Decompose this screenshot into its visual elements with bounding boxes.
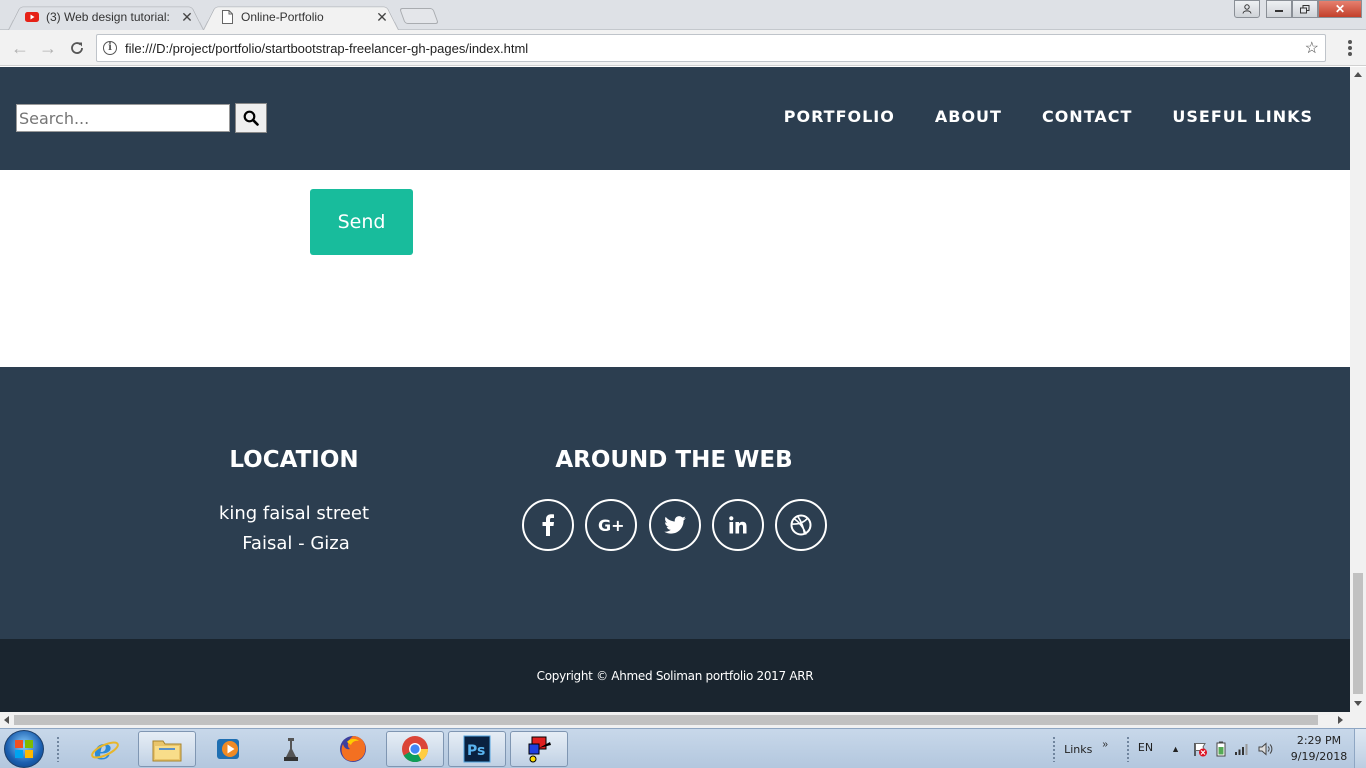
firefox-icon[interactable]	[324, 731, 382, 767]
horizontal-scroll-thumb[interactable]	[14, 715, 1318, 725]
browser-menu-icon[interactable]	[1348, 40, 1352, 56]
windows-logo-icon	[15, 740, 33, 758]
chess-icon[interactable]	[262, 731, 320, 767]
search-input[interactable]	[16, 104, 230, 132]
browser-tabstrip: (3) Web design tutorial: H ✕ Online-Port…	[0, 0, 1366, 30]
chrome-icon[interactable]	[386, 731, 444, 767]
windows-taskbar: e Ps Links » EN ▲ 2:29 PM 9/19/2018	[0, 728, 1366, 768]
close-tab-icon[interactable]: ✕	[375, 10, 389, 24]
taskbar-grip	[1052, 736, 1057, 762]
tab-title: (3) Web design tutorial: H	[46, 9, 174, 24]
search-button[interactable]	[235, 103, 267, 133]
url-text: file:///D:/project/portfolio/startbootst…	[125, 40, 529, 56]
dribbble-icon[interactable]	[775, 499, 827, 551]
clock-date: 9/19/2018	[1290, 750, 1348, 763]
page-icon	[219, 9, 235, 25]
system-clock[interactable]: 2:29 PM 9/19/2018	[1284, 733, 1354, 765]
twitter-icon[interactable]	[649, 499, 701, 551]
scroll-left-arrow-icon[interactable]	[4, 716, 9, 724]
nav-about[interactable]: ABOUT	[935, 107, 1002, 126]
nav-contact[interactable]: CONTACT	[1042, 107, 1132, 126]
youtube-icon	[24, 9, 40, 25]
reload-icon[interactable]	[67, 38, 87, 58]
info-icon[interactable]: i	[103, 41, 117, 55]
taskbar-grip	[56, 736, 60, 762]
file-explorer-icon[interactable]	[138, 731, 196, 767]
bookmark-star-icon[interactable]: ☆	[1305, 38, 1319, 58]
browser-toolbar: ← → i file:///D:/project/portfolio/start…	[0, 30, 1366, 66]
nav-useful-links[interactable]: USEFUL LINKS	[1172, 107, 1313, 126]
battery-icon[interactable]	[1216, 741, 1226, 757]
forward-arrow-icon[interactable]: →	[38, 38, 58, 58]
clock-time: 2:29 PM	[1296, 734, 1342, 747]
location-line-1: king faisal street	[218, 503, 370, 524]
copyright-text: Copyright © Ahmed Soliman portfolio 2017…	[536, 668, 814, 683]
facebook-icon[interactable]	[522, 499, 574, 551]
site-navbar: PORTFOLIO ABOUT CONTACT USEFUL LINKS	[0, 67, 1350, 170]
new-tab-button[interactable]	[399, 8, 439, 24]
location-heading: LOCATION	[229, 447, 359, 473]
internet-explorer-icon[interactable]: e	[76, 731, 134, 767]
window-controls: ✕	[1234, 0, 1362, 18]
show-hidden-icons-icon[interactable]: ▲	[1171, 744, 1180, 754]
user-profile-icon[interactable]	[1234, 0, 1260, 18]
around-the-web-heading: AROUND THE WEB	[555, 447, 793, 473]
google-plus-icon[interactable]: G+	[585, 499, 637, 551]
scroll-up-arrow-icon[interactable]	[1354, 72, 1362, 77]
tab-online-portfolio[interactable]: Online-Portfolio ✕	[203, 3, 399, 30]
photoshop-icon[interactable]: Ps	[448, 731, 506, 767]
vertical-scrollbar[interactable]	[1350, 67, 1366, 712]
media-player-icon[interactable]	[200, 731, 258, 767]
back-arrow-icon[interactable]: ←	[10, 38, 30, 58]
language-indicator[interactable]: EN	[1138, 741, 1153, 754]
linkedin-icon[interactable]	[712, 499, 764, 551]
restore-button[interactable]	[1292, 0, 1318, 18]
minimize-button[interactable]	[1266, 0, 1292, 18]
send-button[interactable]: Send	[310, 189, 413, 255]
nav-portfolio[interactable]: PORTFOLIO	[784, 107, 895, 126]
horizontal-scrollbar[interactable]	[0, 712, 1366, 728]
footer-copyright: Copyright © Ahmed Soliman portfolio 2017…	[0, 639, 1350, 712]
vertical-scroll-thumb[interactable]	[1353, 573, 1363, 694]
taskbar-grip	[1125, 736, 1130, 762]
system-tray: Links » EN ▲ 2:29 PM 9/19/2018	[1044, 729, 1366, 768]
scroll-right-arrow-icon[interactable]	[1338, 716, 1343, 724]
footer-info: LOCATION king faisal street Faisal - Giz…	[0, 367, 1350, 639]
volume-icon[interactable]	[1258, 742, 1274, 756]
scroll-down-arrow-icon[interactable]	[1354, 701, 1362, 706]
svg-text:G+: G+	[598, 517, 624, 533]
location-line-2: Faisal - Giza	[242, 533, 350, 554]
paint-app-icon[interactable]	[510, 731, 568, 767]
start-button[interactable]	[4, 730, 44, 768]
tab-web-design-tutorial[interactable]: (3) Web design tutorial: H ✕	[8, 3, 204, 30]
chevron-right-icon[interactable]: »	[1102, 739, 1108, 750]
show-desktop-button[interactable]	[1354, 729, 1366, 768]
network-signal-icon[interactable]	[1234, 742, 1250, 756]
search-icon	[243, 110, 259, 126]
screen: (3) Web design tutorial: H ✕ Online-Port…	[0, 0, 1366, 768]
address-bar[interactable]: i file:///D:/project/portfolio/startboot…	[96, 34, 1326, 62]
links-toolbar[interactable]: Links	[1064, 743, 1092, 756]
close-window-button[interactable]: ✕	[1318, 0, 1362, 18]
page-viewport: PORTFOLIO ABOUT CONTACT USEFUL LINKS Sen…	[0, 67, 1350, 712]
action-center-flag-icon[interactable]	[1192, 741, 1208, 757]
close-tab-icon[interactable]: ✕	[180, 10, 194, 24]
tab-title: Online-Portfolio	[241, 9, 324, 24]
nav-links: PORTFOLIO ABOUT CONTACT USEFUL LINKS	[784, 107, 1313, 126]
svg-text:Ps: Ps	[467, 743, 485, 759]
